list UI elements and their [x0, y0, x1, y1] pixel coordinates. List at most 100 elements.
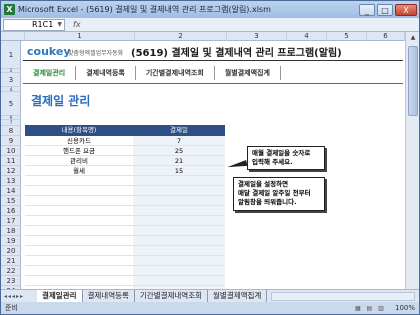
column-header[interactable]: 5 [327, 32, 367, 41]
cell-day[interactable] [133, 266, 225, 275]
cell-item[interactable] [25, 186, 133, 195]
cell-day[interactable] [133, 226, 225, 235]
cell-day[interactable]: 15 [133, 166, 225, 175]
divider [23, 60, 403, 61]
vertical-scrollbar[interactable]: ▲ [405, 32, 419, 289]
sheet-tab-bar: ◂◂◂▸▸ 결제일관리 결제내역등록 기간별결제내역조회 월별결제액집계 [1, 289, 419, 302]
name-box[interactable]: R1C1 ▼ [3, 18, 65, 31]
row-header[interactable]: 10 [1, 146, 21, 156]
row-header[interactable]: 15 [1, 196, 21, 206]
row-header[interactable]: 18 [1, 226, 21, 236]
callout-arrow [226, 159, 248, 171]
column-header[interactable]: 4 [287, 32, 327, 41]
callout-note-input[interactable]: 매월 결제일을 숫자로 입력해 주세요. [247, 146, 325, 170]
header-day[interactable]: 결제일 [133, 125, 225, 136]
nav-menu: 결제일관리 결제내역등록 기간별결제내역조회 월별결제액집계 [23, 66, 403, 80]
callout-line: 매달 결제일 알주일 전부터 [238, 189, 311, 197]
cell-day[interactable]: 21 [133, 156, 225, 165]
callout-line: 결제일을 설정하면 [238, 180, 289, 188]
sheet-nav-icon[interactable]: ◂◂◂▸▸ [1, 293, 37, 300]
table-row: 신용카드 7 [25, 136, 225, 146]
table-row [25, 186, 225, 196]
cell-item[interactable] [25, 226, 133, 235]
cell-item[interactable]: 신용카드 [25, 136, 133, 145]
status-ready: 준비 [5, 304, 18, 312]
row-header[interactable]: 14 [1, 186, 21, 196]
cell-item[interactable] [25, 206, 133, 215]
cell-item[interactable] [25, 276, 133, 285]
column-header[interactable]: 1 [25, 32, 135, 41]
zoom-level[interactable]: 100% [395, 304, 415, 312]
scroll-thumb[interactable] [408, 46, 418, 116]
table-row [25, 176, 225, 186]
minimize-button[interactable]: _ [359, 3, 375, 16]
row-header[interactable]: 3 [1, 73, 21, 87]
cell-item[interactable] [25, 236, 133, 245]
worksheet-grid[interactable]: 1 2 3 4 5 6 1 2 3 4 5 6 7 8 9 10 11 12 1… [1, 32, 405, 289]
menu-item-register[interactable]: 결제내역등록 [76, 66, 136, 80]
cell-item[interactable] [25, 246, 133, 255]
cell-day[interactable] [133, 196, 225, 205]
cell-item[interactable] [25, 256, 133, 265]
excel-icon[interactable]: X [4, 4, 15, 15]
close-button[interactable]: X [395, 3, 417, 16]
cell-day[interactable] [133, 206, 225, 215]
chevron-down-icon[interactable]: ▼ [57, 20, 62, 30]
table-row [25, 206, 225, 216]
sheet-tab-payment-day[interactable]: 결제일관리 [37, 290, 83, 302]
cell-item[interactable]: 핸드폰 요금 [25, 146, 133, 155]
cell-item[interactable] [25, 176, 133, 185]
sheet-tab-period-search[interactable]: 기간별결제내역조회 [135, 290, 209, 302]
column-header[interactable]: 3 [227, 32, 287, 41]
cell-day[interactable]: 7 [133, 136, 225, 145]
scroll-up-icon[interactable]: ▲ [406, 32, 420, 44]
coukey-logo: coukey [27, 45, 71, 58]
table-row: 관리비 21 [25, 156, 225, 166]
menu-item-payment-day[interactable]: 결제일관리 [23, 66, 77, 80]
cell-day[interactable] [133, 256, 225, 265]
row-header[interactable]: 21 [1, 256, 21, 266]
payment-day-table: 내용(항목명) 결제일 신용카드 7 핸드폰 요금 25 관리비 21 월세 15 [25, 125, 225, 289]
cell-day[interactable] [133, 236, 225, 245]
row-header[interactable]: 9 [1, 136, 21, 146]
sheet-tab-register[interactable]: 결제내역등록 [83, 290, 135, 302]
row-header[interactable]: 12 [1, 166, 21, 176]
view-mode-icon[interactable]: ▦ ▤ ▥ [355, 305, 395, 312]
row-header[interactable]: 20 [1, 246, 21, 256]
sheet-tab-monthly-total[interactable]: 월별결제액집계 [208, 290, 268, 302]
row-header[interactable]: 11 [1, 156, 21, 166]
horizontal-scrollbar[interactable] [271, 291, 415, 301]
cell-item[interactable] [25, 196, 133, 205]
row-header[interactable]: 16 [1, 206, 21, 216]
cell-item[interactable]: 관리비 [25, 156, 133, 165]
menu-item-period-search[interactable]: 기간별결제내역조회 [136, 66, 215, 80]
maximize-button[interactable]: □ [377, 3, 393, 16]
cell-day[interactable] [133, 216, 225, 225]
cell-day[interactable] [133, 186, 225, 195]
cell-item[interactable] [25, 266, 133, 275]
row-header[interactable]: 5 [1, 92, 21, 116]
row-headers: 1 2 3 4 5 6 7 8 9 10 11 12 13 14 15 16 1… [1, 41, 21, 289]
row-header[interactable]: 1 [1, 41, 21, 69]
cell-day[interactable]: 25 [133, 146, 225, 155]
column-header[interactable]: 6 [367, 32, 405, 41]
row-header[interactable]: 17 [1, 216, 21, 226]
row-header[interactable]: 8 [1, 126, 21, 136]
cell-item[interactable] [25, 216, 133, 225]
table-row: 핸드폰 요금 25 [25, 146, 225, 156]
column-header[interactable]: 2 [135, 32, 227, 41]
callout-line: 매월 결제일을 숫자로 [252, 149, 311, 157]
cell-day[interactable] [133, 246, 225, 255]
callout-line: 입력해 주세요. [252, 158, 293, 166]
row-header[interactable]: 13 [1, 176, 21, 186]
row-header[interactable]: 23 [1, 276, 21, 286]
callout-note-alert[interactable]: 결제일을 설정하면 매달 결제일 알주일 전부터 알림창을 띄워줍니다. [233, 177, 325, 211]
header-item[interactable]: 내용(항목명) [25, 125, 133, 136]
fx-icon[interactable]: fx [73, 20, 81, 29]
cell-day[interactable] [133, 276, 225, 285]
row-header[interactable]: 22 [1, 266, 21, 276]
cell-day[interactable] [133, 176, 225, 185]
row-header[interactable]: 19 [1, 236, 21, 246]
cell-item[interactable]: 월세 [25, 166, 133, 175]
menu-item-monthly-total[interactable]: 월별결제액집계 [215, 66, 281, 80]
